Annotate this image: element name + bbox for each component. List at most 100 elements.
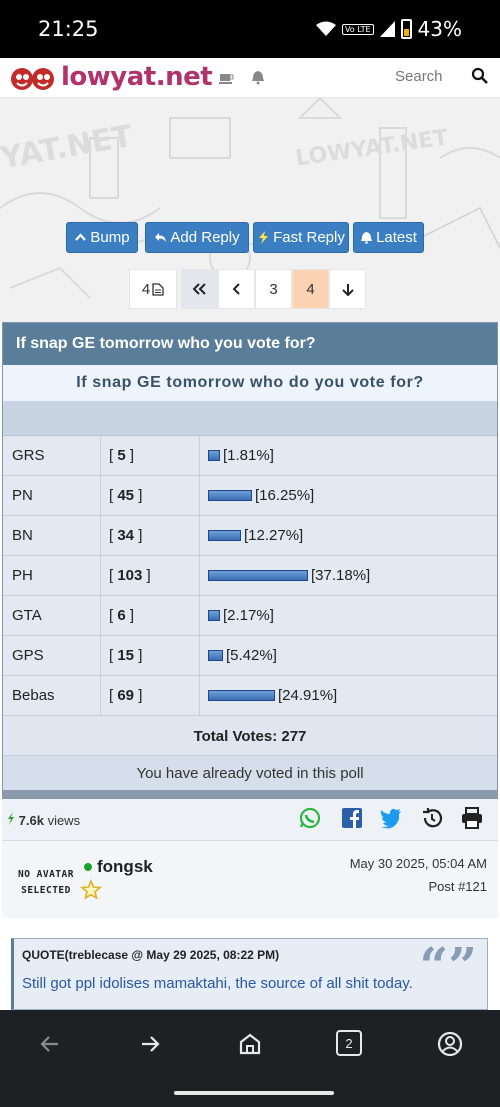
search-input[interactable]: Search	[395, 68, 443, 85]
avatar-text: SELECTED	[21, 885, 71, 896]
thread-stats-bar: 7.6k views	[2, 790, 498, 840]
prev-page-button[interactable]	[218, 269, 255, 309]
poll-percent: [24.91%]	[278, 687, 338, 704]
poll-bar-cell: [5.42%]	[200, 636, 497, 675]
account-icon[interactable]	[436, 1030, 464, 1058]
poll-box: If snap GE tomorrow who you vote for? If…	[2, 322, 498, 842]
page-count-value: 4	[141, 280, 151, 298]
brand-name[interactable]: lowyat.net	[61, 62, 213, 92]
post-header: NO AVATAR SELECTED fongsk May 30 2025, 0…	[2, 840, 498, 918]
poll-option-label: Bebas	[3, 676, 101, 715]
poll-total-votes: Total Votes: 277	[3, 716, 497, 756]
fast-reply-button[interactable]: Fast Reply	[253, 222, 349, 253]
tabs-button[interactable]: 2	[336, 1030, 362, 1056]
poll-bar	[208, 690, 275, 701]
search-icon[interactable]	[471, 67, 489, 85]
latest-button[interactable]: Latest	[353, 222, 424, 253]
poll-vote-count: [ 15 ]	[101, 636, 200, 675]
poll-percent: [5.42%]	[226, 647, 277, 664]
back-arrow-icon[interactable]	[36, 1030, 64, 1058]
quote-text: Still got ppl idolises mamaktahi, the so…	[22, 975, 413, 992]
poll-row: GTA[ 6 ] [2.17%]	[3, 596, 497, 636]
poll-bar-cell: [12.27%]	[200, 516, 497, 555]
poll-option-label: PH	[3, 556, 101, 595]
post-username[interactable]: fongsk	[97, 857, 153, 877]
view-count-label: views	[47, 813, 81, 828]
post-number[interactable]: Post #121	[428, 879, 487, 894]
poll-percent: [2.17%]	[223, 607, 274, 624]
logo-mascot-icon[interactable]	[10, 63, 56, 93]
arrow-down-icon	[341, 283, 354, 296]
poll-bar	[208, 570, 308, 581]
poll-vote-count: [ 6 ]	[101, 596, 200, 635]
print-icon[interactable]	[461, 807, 483, 829]
poll-vote-count-value: 6	[117, 607, 126, 624]
gesture-handle[interactable]	[174, 1091, 334, 1095]
poll-bar-cell: [16.25%]	[200, 476, 497, 515]
poll-vote-count-value: 15	[117, 647, 135, 664]
poll-bar	[208, 610, 220, 621]
volte-icon: Vo LTE	[341, 23, 374, 35]
coffee-icon[interactable]	[218, 69, 234, 85]
poll-vote-count-value: 34	[117, 527, 135, 544]
battery-level: 43%	[417, 17, 462, 41]
poll-results: GRS[ 5 ] [1.81%] PN[ 45 ] [16.25%] BN[ 34 ][…	[3, 436, 497, 716]
add-reply-label: Add Reply	[170, 229, 240, 246]
double-chevron-left-icon	[193, 283, 206, 295]
poll-percent: [12.27%]	[244, 527, 304, 544]
site-header: lowyat.net Search	[0, 58, 500, 98]
page-3-button[interactable]: 3	[255, 269, 292, 309]
poll-bar-cell: [24.91%]	[200, 676, 497, 715]
chevron-left-icon	[232, 283, 240, 295]
status-time: 21:25	[38, 17, 99, 41]
bump-button[interactable]: Bump	[66, 222, 138, 253]
poll-vote-count-value: 45	[117, 487, 135, 504]
reply-icon	[155, 233, 167, 242]
fast-reply-label: Fast Reply	[273, 229, 345, 246]
chevron-up-icon	[75, 233, 87, 241]
quote-mark-icon: “”	[419, 936, 477, 995]
poll-bar	[208, 450, 220, 461]
twitter-icon[interactable]	[380, 807, 402, 829]
history-icon[interactable]	[421, 807, 443, 829]
bell-icon[interactable]	[250, 69, 266, 85]
poll-option-label: GTA	[3, 596, 101, 635]
page-4-button[interactable]: 4	[292, 269, 329, 309]
poll-option-label: GPS	[3, 636, 101, 675]
forward-arrow-icon[interactable]	[136, 1030, 164, 1058]
poll-option-label: GRS	[3, 436, 101, 475]
page-count[interactable]: 4	[129, 269, 177, 309]
facebook-icon[interactable]	[341, 807, 363, 829]
document-icon	[152, 282, 164, 296]
poll-percent: [16.25%]	[255, 487, 315, 504]
home-icon[interactable]	[236, 1030, 264, 1058]
poll-percent: [1.81%]	[223, 447, 274, 464]
poll-row: PH[ 103 ] [37.18%]	[3, 556, 497, 596]
view-count-value: 7.6k	[18, 813, 44, 828]
forum-banner: YAT.NET LOWYAT.NET Bump Add Reply Fast R…	[0, 98, 500, 322]
poll-bar	[208, 530, 241, 541]
poll-vote-count-value: 69	[117, 687, 135, 704]
online-status-dot	[84, 863, 92, 871]
poll-vote-count: [ 45 ]	[101, 476, 200, 515]
scroll-down-button[interactable]	[329, 269, 366, 309]
poll-vote-count: [ 5 ]	[101, 436, 200, 475]
bell-icon	[361, 232, 373, 244]
avatar[interactable]: NO AVATAR SELECTED	[18, 867, 74, 899]
poll-vote-count: [ 69 ]	[101, 676, 200, 715]
poll-vote-count-value: 5	[117, 447, 126, 464]
latest-label: Latest	[376, 229, 417, 246]
lightning-icon	[259, 231, 269, 244]
poll-bar	[208, 490, 252, 501]
add-reply-button[interactable]: Add Reply	[145, 222, 249, 253]
poll-bar-cell: [2.17%]	[200, 596, 497, 635]
poll-row: BN[ 34 ] [12.27%]	[3, 516, 497, 556]
first-page-button[interactable]	[181, 269, 218, 309]
poll-option-label: PN	[3, 476, 101, 515]
poll-title: If snap GE tomorrow who you vote for?	[3, 323, 497, 365]
poll-vote-count-value: 103	[117, 567, 143, 584]
poll-spacer	[3, 402, 497, 436]
avatar-text: NO AVATAR	[18, 869, 74, 880]
post-date: May 30 2025, 05:04 AM	[349, 856, 487, 871]
whatsapp-icon[interactable]	[299, 807, 321, 829]
